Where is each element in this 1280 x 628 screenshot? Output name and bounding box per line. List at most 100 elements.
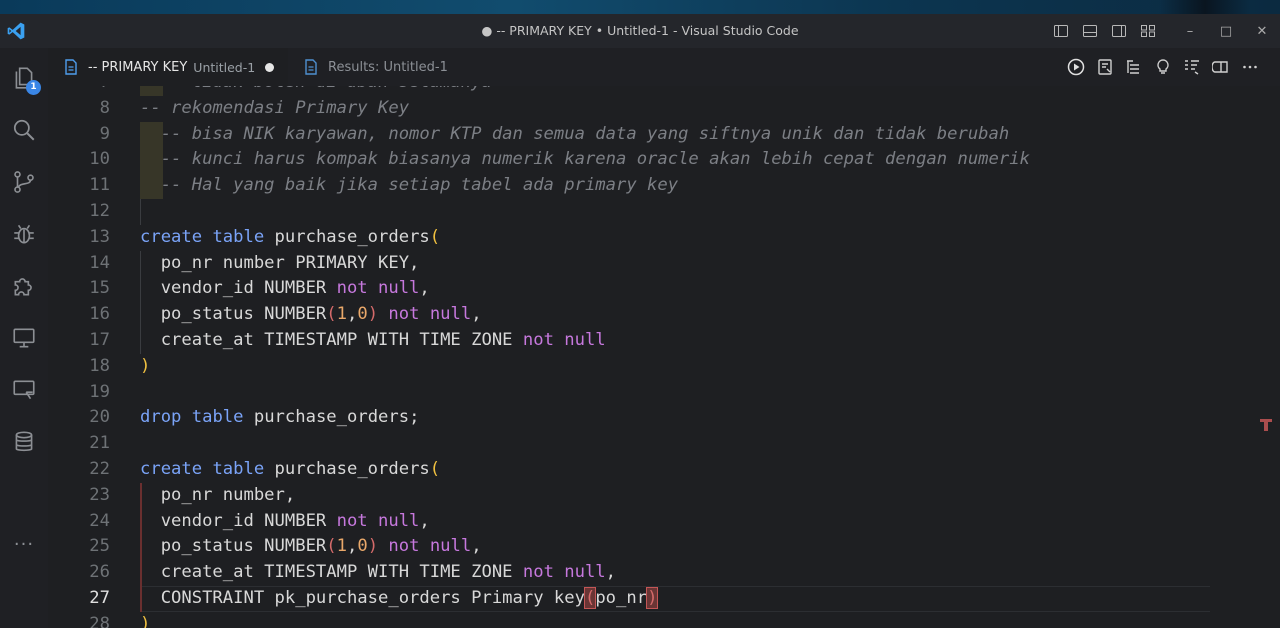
code-line[interactable]: 17 create_at TIMESTAMP WITH TIME ZONE no… (48, 327, 1280, 354)
line-content: po_status NUMBER(1,0) not null, (140, 534, 482, 560)
code-token: purchase_orders (264, 226, 430, 247)
code-line[interactable]: 26 create_at TIMESTAMP WITH TIME ZONE no… (48, 560, 1280, 586)
code-line[interactable]: 8 -- rekomendasi Primary Key (48, 96, 1280, 122)
maximize-button[interactable]: □ (1208, 14, 1244, 48)
code-line[interactable]: 20 drop table purchase_orders; (48, 405, 1280, 431)
code-line[interactable]: 25 po_status NUMBER(1,0) not null, (48, 534, 1280, 561)
format-button[interactable] (1177, 48, 1206, 86)
remote-explorer-button[interactable] (0, 314, 48, 362)
code-token: CONSTRAINT pk_purchase_orders Primary ke… (140, 587, 585, 608)
code-token: not null (388, 304, 472, 325)
source-control-button[interactable] (0, 158, 48, 206)
code-line[interactable]: 9 -- bisa NIK karyawan, nomor KTP dan se… (48, 121, 1280, 148)
list-filter-icon (1184, 60, 1199, 75)
code-line[interactable]: 12 (48, 198, 1280, 225)
code-line[interactable]: 27 CONSTRAINT pk_purchase_orders Primary… (48, 585, 1280, 612)
code-token: table (191, 407, 244, 428)
more-views-icon[interactable]: ··· (0, 520, 48, 568)
toggle-secondary-sidebar-icon[interactable] (1104, 14, 1133, 48)
code-line[interactable]: 13 create table purchase_orders( (48, 225, 1280, 251)
code-line[interactable]: 7 -- tidak boleh di ubah selamanya (48, 86, 1280, 96)
code-line[interactable]: 23 po_nr number, (48, 482, 1280, 509)
code-token: 1 (336, 536, 347, 557)
code-token: create_at TIMESTAMP WITH TIME ZONE (140, 329, 523, 350)
line-number: 15 (89, 278, 110, 299)
line-number: 23 (89, 484, 110, 505)
remote-window-icon (13, 380, 35, 400)
code-line[interactable]: 21 (48, 431, 1280, 457)
code-line[interactable]: 28) (48, 612, 1280, 628)
split-editor-button[interactable] (1206, 48, 1235, 86)
line-content: -- tidak boleh di ubah selamanya (140, 86, 492, 96)
line-content: po_nr number PRIMARY KEY, (140, 251, 420, 277)
explorer-badge: 1 (26, 80, 41, 95)
debug-bug-icon (14, 224, 34, 244)
code-token: create (140, 226, 203, 247)
code-line[interactable]: 24 vendor_id NUMBER not null, (48, 508, 1280, 535)
code-token: ) (367, 304, 379, 325)
code-token: purchase_orders; (243, 407, 420, 428)
connect-database-button[interactable] (1090, 48, 1119, 86)
code-token: , (605, 562, 617, 583)
code-token: po_status NUMBER (140, 536, 327, 557)
code-token: 0 (357, 304, 368, 325)
line-content: -- Hal yang baik jika setiap tabel ada p… (140, 173, 678, 199)
database-icon (15, 431, 33, 452)
line-content: drop table purchase_orders; (140, 405, 419, 431)
run-debug-button[interactable] (0, 210, 48, 258)
line-content: create_at TIMESTAMP WITH TIME ZONE not n… (140, 560, 616, 586)
close-window-button[interactable]: ✕ (1244, 14, 1280, 48)
code-line[interactable]: 16 po_status NUMBER(1,0) not null, (48, 302, 1280, 328)
customize-layout-icon[interactable] (1133, 14, 1162, 48)
extensions-button[interactable] (0, 262, 48, 310)
line-number: 17 (89, 329, 110, 350)
unsaved-dot-icon[interactable] (265, 62, 275, 72)
file-icon (65, 59, 77, 75)
line-number: 25 (89, 536, 110, 557)
database-button[interactable] (0, 418, 48, 466)
code-line[interactable]: 15 vendor_id NUMBER not null, (48, 276, 1280, 303)
line-content: ) (140, 354, 150, 380)
code-lines: 7 -- tidak boleh di ubah selamanya8-- re… (48, 86, 1280, 628)
sql-connections-button[interactable] (0, 366, 48, 414)
code-token: po_nr (595, 587, 648, 608)
code-line[interactable]: 22 create table purchase_orders( (48, 457, 1280, 483)
database-plug-icon (1097, 59, 1112, 75)
source-control-icon (14, 171, 34, 193)
tab-primary-key[interactable]: -- PRIMARY KEY Untitled-1 (48, 48, 288, 86)
code-line[interactable]: 10 -- kunci harus kompak biasanya numeri… (48, 147, 1280, 174)
play-circle-icon (1067, 58, 1084, 76)
code-token: -- kunci harus kompak biasanya numerik k… (140, 149, 1030, 170)
code-line[interactable]: 14 po_nr number PRIMARY KEY, (48, 250, 1280, 277)
code-token: ( (583, 586, 597, 609)
tab-results[interactable]: Results: Untitled-1 (288, 48, 464, 86)
code-token: not null (522, 329, 606, 350)
line-number: 8 (99, 97, 110, 118)
minimize-button[interactable]: – (1172, 14, 1208, 48)
code-line[interactable]: 18) (48, 354, 1280, 380)
run-query-button[interactable] (1061, 48, 1090, 86)
explorer-button[interactable]: 1 (0, 54, 48, 102)
line-number: 13 (89, 226, 110, 247)
outline-button[interactable] (1119, 48, 1148, 86)
file-icon (305, 59, 317, 75)
line-number: 21 (89, 433, 110, 454)
code-token: po_nr number, (140, 484, 296, 505)
code-line[interactable]: 11 -- Hal yang baik jika setiap tabel ad… (48, 173, 1280, 199)
line-number: 12 (89, 200, 110, 221)
code-line[interactable]: 19 (48, 380, 1280, 406)
title-bar: ● -- PRIMARY KEY • Untitled-1 - Visual S… (0, 14, 1280, 48)
desktop-wallpaper-strip (0, 0, 1280, 14)
toggle-primary-sidebar-icon[interactable] (1046, 14, 1075, 48)
code-token: ( (326, 304, 337, 325)
code-token: not null (336, 510, 420, 531)
code-editor[interactable]: 7 -- tidak boleh di ubah selamanya8-- re… (48, 86, 1280, 628)
tab-description: Untitled-1 (193, 59, 256, 75)
line-number: 10 (89, 149, 110, 170)
toggle-panel-icon[interactable] (1075, 14, 1104, 48)
code-token: po_status NUMBER (140, 304, 327, 325)
search-button[interactable] (0, 106, 48, 154)
more-actions-button[interactable] (1235, 48, 1264, 86)
suggestions-button[interactable] (1148, 48, 1177, 86)
